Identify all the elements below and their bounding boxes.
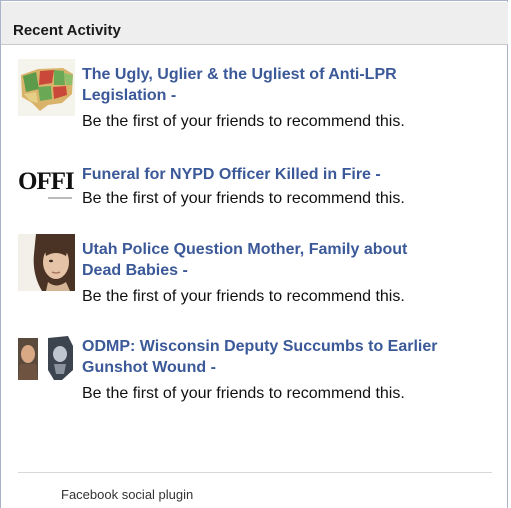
recommend-text: Be the first of your friends to recommen… xyxy=(82,288,405,305)
activity-item: Utah Police Question Mother, Family abou… xyxy=(1,231,508,311)
title-line-1: Funeral for NYPD Officer Killed in Fire … xyxy=(82,166,381,183)
thumbnail-caption-line xyxy=(48,197,72,199)
recommend-text: Be the first of your friends to recommen… xyxy=(82,385,405,402)
title-line-2: Dead Babies - xyxy=(82,262,188,279)
title-line-1: The Ugly, Uglier & the Ugliest of Anti-L… xyxy=(82,66,397,83)
recent-activity-widget: Recent Activity The Ugly, Uglier & the U… xyxy=(0,0,508,508)
title-line-1: Utah Police Question Mother, Family abou… xyxy=(82,241,408,258)
activity-item-title-link[interactable]: The Ugly, Uglier & the Ugliest of Anti-L… xyxy=(82,64,497,106)
activity-item: ODMP: Wisconsin Deputy Succumbs to Earli… xyxy=(1,328,508,408)
newspaper-logo-thumbnail[interactable]: OFFI xyxy=(18,160,75,208)
title-line-1: ODMP: Wisconsin Deputy Succumbs to Earli… xyxy=(82,338,438,355)
woman-portrait-thumbnail[interactable] xyxy=(18,234,75,291)
widget-title: Recent Activity xyxy=(13,22,121,39)
activity-item: The Ugly, Uglier & the Ugliest of Anti-L… xyxy=(1,56,508,136)
activity-item-title-link[interactable]: ODMP: Wisconsin Deputy Succumbs to Earli… xyxy=(82,336,497,378)
us-map-thumbnail[interactable] xyxy=(18,59,75,116)
recommend-text: Be the first of your friends to recommen… xyxy=(82,190,405,207)
officer-badge-thumbnail[interactable] xyxy=(18,334,75,391)
social-plugin-footer[interactable]: Facebook social plugin xyxy=(61,487,193,502)
title-line-2: Legislation - xyxy=(82,87,177,104)
activity-item-title-link[interactable]: Funeral for NYPD Officer Killed in Fire … xyxy=(82,164,497,185)
recommend-text: Be the first of your friends to recommen… xyxy=(82,113,405,130)
activity-item: OFFI Funeral for NYPD Officer Killed in … xyxy=(1,156,508,216)
thumbnail-logo-text: OFFI xyxy=(18,168,75,195)
title-line-2: Gunshot Wound - xyxy=(82,359,216,376)
activity-item-title-link[interactable]: Utah Police Question Mother, Family abou… xyxy=(82,239,497,281)
widget-header: Recent Activity xyxy=(1,2,508,45)
footer-divider xyxy=(18,472,492,473)
